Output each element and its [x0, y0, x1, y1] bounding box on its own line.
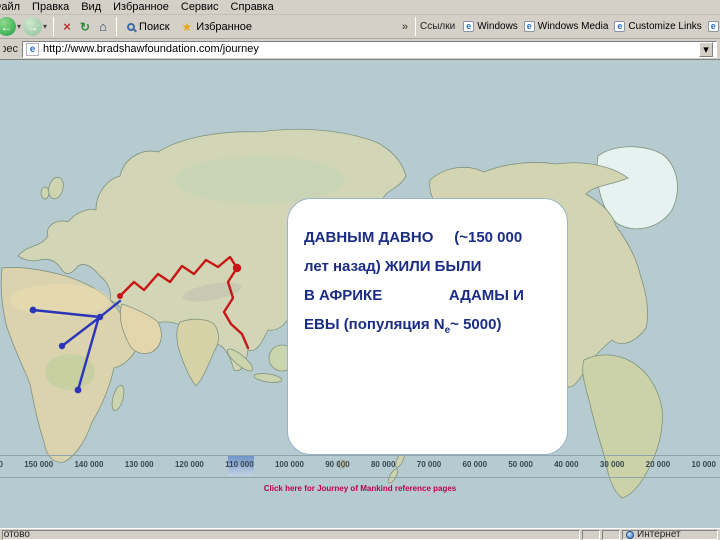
- timeline-label: 110 000: [225, 460, 254, 469]
- star-icon: [182, 20, 193, 34]
- terrain-sahara: [10, 284, 110, 316]
- info-line-1: ДАВНЫМ ДАВНО (~150 000: [304, 229, 523, 246]
- timeline-label: 20 000: [645, 460, 671, 469]
- forward-button[interactable]: [23, 17, 43, 36]
- menu-file[interactable]: Файл: [0, 1, 26, 13]
- stop-icon[interactable]: [58, 19, 76, 34]
- timeline-label: 100 000: [274, 460, 304, 469]
- info-box: ДАВНЫМ ДАВНО (~150 000 лет назад) ЖИЛИ Б…: [287, 198, 568, 455]
- link-label: Customize Links: [628, 21, 702, 32]
- menu-bar: Файл Правка Вид Избранное Сервис Справка: [0, 0, 720, 15]
- status-bar: Готово Интернет: [0, 528, 720, 540]
- menu-view[interactable]: Вид: [75, 1, 107, 13]
- menu-favorites[interactable]: Избранное: [107, 1, 175, 13]
- zone-label: Интернет: [637, 529, 681, 540]
- link-icon: [463, 21, 475, 32]
- address-input[interactable]: http://www.bradshawfoundation.com/journe…: [22, 40, 717, 58]
- timeline-label: 10 000: [691, 460, 716, 469]
- link-icon: [523, 21, 535, 32]
- timeline-label: 90 000: [325, 460, 350, 469]
- timeline-label: 70 000: [416, 460, 442, 469]
- back-dropdown-icon[interactable]: [17, 22, 21, 31]
- search-label: Поиск: [139, 20, 170, 33]
- internet-zone-panel: Интернет: [622, 529, 718, 540]
- back-button[interactable]: [0, 17, 16, 36]
- menu-edit[interactable]: Правка: [26, 1, 75, 13]
- address-dropdown-icon[interactable]: [699, 41, 713, 57]
- favorites-button[interactable]: Избранное: [176, 20, 259, 34]
- status-panel: [602, 529, 620, 540]
- link-windows[interactable]: Windows: [463, 21, 518, 32]
- reference-link[interactable]: Click here for Journey of Mankind refere…: [0, 484, 720, 493]
- timeline-label: 160 000: [0, 460, 3, 469]
- toolbar-separator: [116, 17, 118, 36]
- address-bar: Адрес http://www.bradshawfoundation.com/…: [0, 39, 720, 60]
- timeline-label: 50 000: [508, 460, 533, 469]
- links-label: Ссылки: [420, 21, 456, 32]
- status-text: Готово: [2, 529, 30, 540]
- timeline-bottom-line: [0, 477, 720, 478]
- search-button[interactable]: Поиск: [121, 21, 175, 33]
- toolbar-overflow-chevron[interactable]: »: [399, 21, 411, 33]
- info-line-2: лет назад) ЖИЛИ БЫЛИ: [304, 258, 482, 275]
- link-customize-links[interactable]: Customize Links: [614, 21, 702, 32]
- link-label: Windows: [477, 21, 518, 32]
- link-free-hotmail[interactable]: Free Hotmail: [707, 21, 720, 32]
- timeline-label: 30 000: [599, 460, 625, 469]
- link-icon: [614, 21, 626, 32]
- island-ireland: [40, 186, 50, 200]
- terrain-siberia: [175, 156, 345, 204]
- timeline-label: 120 000: [174, 460, 204, 469]
- timeline-label: 150 000: [24, 460, 54, 469]
- info-line-3: В АФРИКЕ АДАМЫ И: [304, 287, 524, 304]
- timeline-label: 60 000: [462, 460, 488, 469]
- link-windows-media[interactable]: Windows Media: [523, 21, 609, 32]
- home-icon[interactable]: [94, 19, 112, 34]
- toolbar-separator: [53, 17, 55, 36]
- timeline-top-line: [0, 455, 720, 456]
- timeline: 160 000 150 000 140 000 130 000 120 000 …: [0, 460, 716, 469]
- browser-window: Файл Правка Вид Избранное Сервис Справка…: [0, 0, 720, 540]
- page-icon: [26, 42, 39, 56]
- status-text-panel: Готово: [2, 529, 580, 540]
- globe-icon: [626, 530, 634, 539]
- address-label: Адрес: [3, 43, 18, 55]
- page-content: 160 000 150 000 140 000 130 000 120 000 …: [0, 60, 720, 528]
- timeline-label: 80 000: [370, 460, 396, 469]
- forward-dropdown-icon[interactable]: [43, 22, 47, 31]
- timeline-label: 130 000: [124, 460, 154, 469]
- search-icon: [127, 22, 136, 31]
- address-url: http://www.bradshawfoundation.com/journe…: [43, 43, 259, 55]
- timeline-label: 140 000: [74, 460, 104, 469]
- link-icon: [707, 21, 719, 32]
- menu-tools[interactable]: Сервис: [175, 1, 225, 13]
- status-panel: [582, 529, 600, 540]
- toolbar-separator: [415, 17, 416, 36]
- favorites-label: Избранное: [196, 20, 253, 33]
- timeline-label: 40 000: [554, 460, 579, 469]
- link-label: Windows Media: [537, 21, 609, 32]
- menu-help[interactable]: Справка: [225, 1, 280, 13]
- info-line-4: ЕВЫ (популяция Ne~ 5000): [304, 316, 502, 336]
- toolbar: Поиск Избранное » Ссылки Windows Windows…: [0, 15, 720, 39]
- links-bar: Ссылки Windows Windows Media Customize L…: [420, 21, 720, 32]
- refresh-icon[interactable]: [76, 20, 94, 34]
